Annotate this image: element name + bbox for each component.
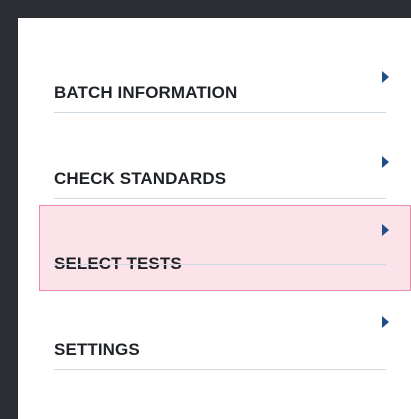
menu-item-divider	[54, 369, 386, 370]
menu-item-divider	[54, 198, 386, 199]
menu-item-divider	[54, 264, 386, 265]
menu-item-check-standards[interactable]: CHECK STANDARDS	[18, 120, 411, 206]
menu-item-select-tests[interactable]: SELECT TESTS	[39, 205, 411, 291]
chevron-right-icon	[382, 156, 389, 168]
chevron-right-icon	[382, 224, 389, 236]
chevron-right-icon	[382, 316, 389, 328]
menu-item-batch-information[interactable]: BATCH INFORMATION	[18, 34, 411, 120]
app-frame: BATCH INFORMATION CHECK STANDARDS SELECT…	[0, 0, 411, 419]
menu-panel: BATCH INFORMATION CHECK STANDARDS SELECT…	[18, 18, 411, 419]
menu-item-label: SETTINGS	[54, 340, 140, 359]
menu-item-label: CHECK STANDARDS	[54, 169, 227, 188]
menu-item-divider	[54, 112, 386, 113]
menu-item-settings[interactable]: SETTINGS	[18, 291, 411, 377]
chevron-right-icon	[382, 71, 389, 83]
menu-item-label: BATCH INFORMATION	[54, 83, 238, 102]
